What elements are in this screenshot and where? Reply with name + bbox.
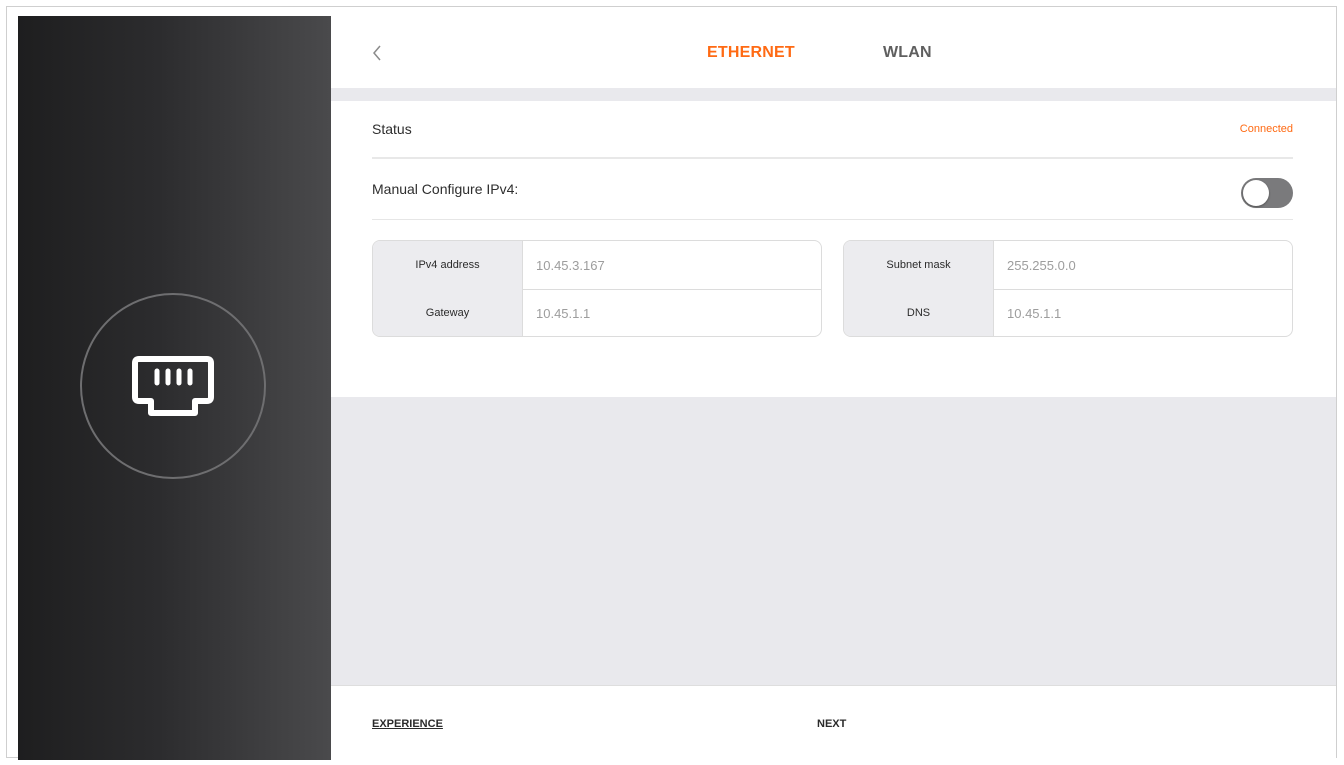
- ethernet-port-icon: [132, 356, 214, 416]
- subnet-mask-label: Subnet mask: [844, 241, 994, 289]
- manual-config-toggle[interactable]: [1241, 178, 1293, 208]
- ip-card-left: IPv4 address 10.45.3.167 Gateway 10.45.1…: [372, 240, 822, 337]
- subnet-mask-row: Subnet mask 255.255.0.0: [844, 241, 1292, 290]
- tab-wlan[interactable]: WLAN: [883, 44, 932, 62]
- ipv4-address-row: IPv4 address 10.45.3.167: [373, 241, 821, 290]
- ethernet-badge: [80, 293, 266, 479]
- top-bar: ETHERNET WLAN: [331, 16, 1336, 88]
- dns-row: DNS 10.45.1.1: [844, 289, 1292, 336]
- gateway-label: Gateway: [373, 289, 523, 336]
- footer: EXPERIENCE NEXT: [331, 685, 1336, 760]
- main-panel: ETHERNET WLAN Status Connected Manual Co…: [331, 16, 1336, 760]
- separator-band: [331, 88, 1336, 101]
- gateway-row: Gateway 10.45.1.1: [373, 289, 821, 336]
- subnet-mask-field[interactable]: 255.255.0.0: [994, 241, 1292, 289]
- back-button[interactable]: [365, 38, 389, 68]
- manual-config-row: Manual Configure IPv4:: [372, 161, 1293, 220]
- chevron-left-icon: [373, 45, 381, 61]
- next-button[interactable]: NEXT: [817, 718, 846, 730]
- status-label: Status: [372, 121, 412, 137]
- ipv4-address-label: IPv4 address: [373, 241, 523, 289]
- dns-label: DNS: [844, 289, 994, 336]
- empty-area: [331, 397, 1336, 685]
- dns-field[interactable]: 10.45.1.1: [994, 289, 1292, 336]
- ip-card-right: Subnet mask 255.255.0.0 DNS 10.45.1.1: [843, 240, 1293, 337]
- ipv4-address-field[interactable]: 10.45.3.167: [523, 241, 821, 289]
- ethernet-settings: Status Connected Manual Configure IPv4: …: [331, 101, 1336, 397]
- sidebar: [18, 16, 331, 760]
- manual-config-label: Manual Configure IPv4:: [372, 181, 519, 197]
- experience-link[interactable]: EXPERIENCE: [372, 718, 443, 730]
- status-row: Status Connected: [372, 101, 1293, 159]
- tab-ethernet[interactable]: ETHERNET: [707, 44, 795, 62]
- status-value: Connected: [1239, 123, 1293, 135]
- toggle-knob: [1243, 180, 1269, 206]
- gateway-field[interactable]: 10.45.1.1: [523, 289, 821, 336]
